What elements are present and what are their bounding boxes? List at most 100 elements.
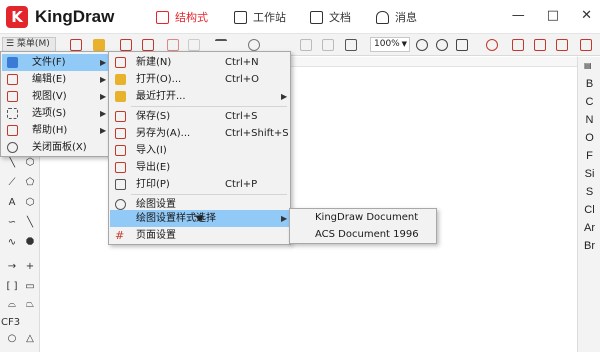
copy-icon[interactable]: [322, 39, 334, 51]
plus-icon[interactable]: +: [22, 261, 38, 272]
export-icon: [115, 162, 126, 173]
open-folder-icon: [115, 74, 126, 85]
window-controls: — □ ✕: [512, 8, 592, 23]
menu-item-options[interactable]: 选项(S) ▶: [2, 105, 108, 122]
analysis-icon[interactable]: [512, 39, 524, 51]
menu-item-print[interactable]: 打印(P) Ctrl+P: [110, 176, 289, 193]
menu-item-open[interactable]: 打开(O)... Ctrl+O: [110, 71, 289, 88]
circle-icon[interactable]: ○: [4, 333, 20, 344]
menu-item-acs-document-1996[interactable]: ACS Document 1996: [291, 226, 435, 243]
bond-tool-icon[interactable]: ╲: [4, 157, 20, 168]
menu-item-close-panel[interactable]: 关闭面板(X): [2, 139, 108, 156]
element-button[interactable]: Cl: [578, 204, 600, 216]
bracket-icon[interactable]: [ ]: [4, 281, 20, 292]
element-button[interactable]: S: [578, 186, 600, 198]
element-button[interactable]: Br: [578, 240, 600, 252]
bell-icon: [376, 10, 389, 24]
zoom-value: 100%: [374, 39, 400, 49]
view-icon: [7, 91, 18, 102]
menu-item-recent[interactable]: 最近打开... ▶: [110, 88, 289, 105]
app-name: KingDraw: [35, 7, 115, 26]
element-button[interactable]: B: [578, 78, 600, 90]
element-button[interactable]: O: [578, 132, 600, 144]
save-icon[interactable]: [120, 39, 132, 51]
fit-screen-icon[interactable]: [456, 39, 468, 51]
element-button[interactable]: F: [578, 150, 600, 162]
frame-icon[interactable]: ⏢: [22, 299, 38, 310]
new-file-icon: [115, 57, 126, 68]
chevron-down-icon: ▼: [401, 40, 407, 48]
grid-icon: [234, 10, 247, 24]
menu-item-export[interactable]: 导出(E): [110, 159, 289, 176]
menu-item-file[interactable]: 文件(F) ▶: [2, 54, 108, 71]
save-as-icon: [115, 128, 126, 139]
menu-item-page-setup[interactable]: # 页面设置: [110, 227, 289, 244]
undo-icon[interactable]: [167, 39, 179, 51]
app-logo: K: [6, 6, 28, 28]
maximize-button[interactable]: □: [547, 8, 559, 23]
menu-item-import[interactable]: 导入(I): [110, 142, 289, 159]
menu-item-kingdraw-document[interactable]: KingDraw Document: [291, 209, 435, 226]
menu-item-new[interactable]: 新建(N) Ctrl+N: [110, 54, 289, 71]
hexagon-ring-icon[interactable]: ⬡: [22, 197, 38, 208]
zoom-select[interactable]: 100% ▼: [370, 37, 410, 52]
panel-menu-icon[interactable]: ▤: [584, 61, 592, 70]
menu-item-view[interactable]: 视图(V) ▶: [2, 88, 108, 105]
cone-icon[interactable]: △: [22, 333, 38, 344]
redo-icon[interactable]: [188, 39, 200, 51]
zoom-in-icon[interactable]: [416, 39, 428, 51]
tab-workstation[interactable]: 工作站: [234, 9, 286, 25]
menu-item-save[interactable]: 保存(S) Ctrl+S: [110, 108, 289, 125]
element-panel: ▤ B C N O F Si S Cl Ar Br: [577, 57, 600, 352]
tab-structure-label: 结构式: [175, 11, 208, 24]
folder-icon: [310, 10, 323, 24]
title-bar: K KingDraw 结构式 工作站 文档 消息 — □ ✕: [0, 0, 600, 34]
hexagon-icon: [156, 10, 169, 24]
tab-structure[interactable]: 结构式: [156, 9, 208, 25]
file-icon: [7, 57, 18, 68]
menu-item-help[interactable]: 帮助(H) ▶: [2, 122, 108, 139]
tab-documents-label: 文档: [329, 11, 351, 24]
zoom-out-icon[interactable]: [436, 39, 448, 51]
paste-icon[interactable]: [345, 39, 357, 51]
help-icon: [7, 125, 18, 136]
element-button[interactable]: C: [578, 96, 600, 108]
tab-messages[interactable]: 消息: [376, 9, 417, 25]
arrow-tool-icon[interactable]: →: [4, 261, 20, 272]
edit-icon: [7, 74, 18, 85]
save-as-icon[interactable]: [142, 39, 154, 51]
minimize-button[interactable]: —: [512, 8, 525, 23]
ocr-icon[interactable]: [556, 39, 568, 51]
element-button[interactable]: Si: [578, 168, 600, 180]
pentagon-icon[interactable]: ⬠: [22, 177, 38, 188]
element-button[interactable]: N: [578, 114, 600, 126]
save-icon: [115, 111, 126, 122]
name-icon[interactable]: [534, 39, 546, 51]
menu-separator: [131, 106, 287, 107]
check-structure-icon[interactable]: [486, 39, 498, 51]
orbital-icon[interactable]: ⌓: [4, 299, 20, 310]
open-folder-icon[interactable]: [93, 39, 105, 51]
tab-documents[interactable]: 文档: [310, 9, 351, 25]
close-button[interactable]: ✕: [581, 8, 592, 23]
cf3-group-label[interactable]: CF3: [1, 317, 23, 328]
gear-icon: [115, 199, 126, 210]
menu-button[interactable]: ☰ 菜单(M): [2, 37, 56, 52]
menu-item-edit[interactable]: 编辑(E) ▶: [2, 71, 108, 88]
style-submenu: KingDraw Document ACS Document 1996: [289, 208, 437, 244]
rectangle-icon[interactable]: ▭: [22, 281, 38, 292]
search-structure-icon[interactable]: [580, 39, 592, 51]
text-atom-icon[interactable]: A: [4, 197, 20, 208]
new-file-icon[interactable]: [70, 39, 82, 51]
rotate-icon[interactable]: [248, 39, 260, 51]
element-button[interactable]: Ar: [578, 222, 600, 234]
cut-icon[interactable]: [300, 39, 312, 51]
wave-icon[interactable]: ∿: [4, 237, 20, 248]
arc-icon[interactable]: ∽: [4, 217, 20, 228]
menu-item-save-as[interactable]: 另存为(A)... Ctrl+Shift+S: [110, 125, 289, 142]
chain-tool-icon[interactable]: ⬡: [22, 157, 38, 168]
line-icon[interactable]: ╲: [22, 217, 38, 228]
wedge-bond-icon[interactable]: ⟋: [4, 177, 20, 188]
octagon-icon[interactable]: ⯃: [22, 237, 38, 248]
text-tool-icon[interactable]: [215, 39, 227, 51]
